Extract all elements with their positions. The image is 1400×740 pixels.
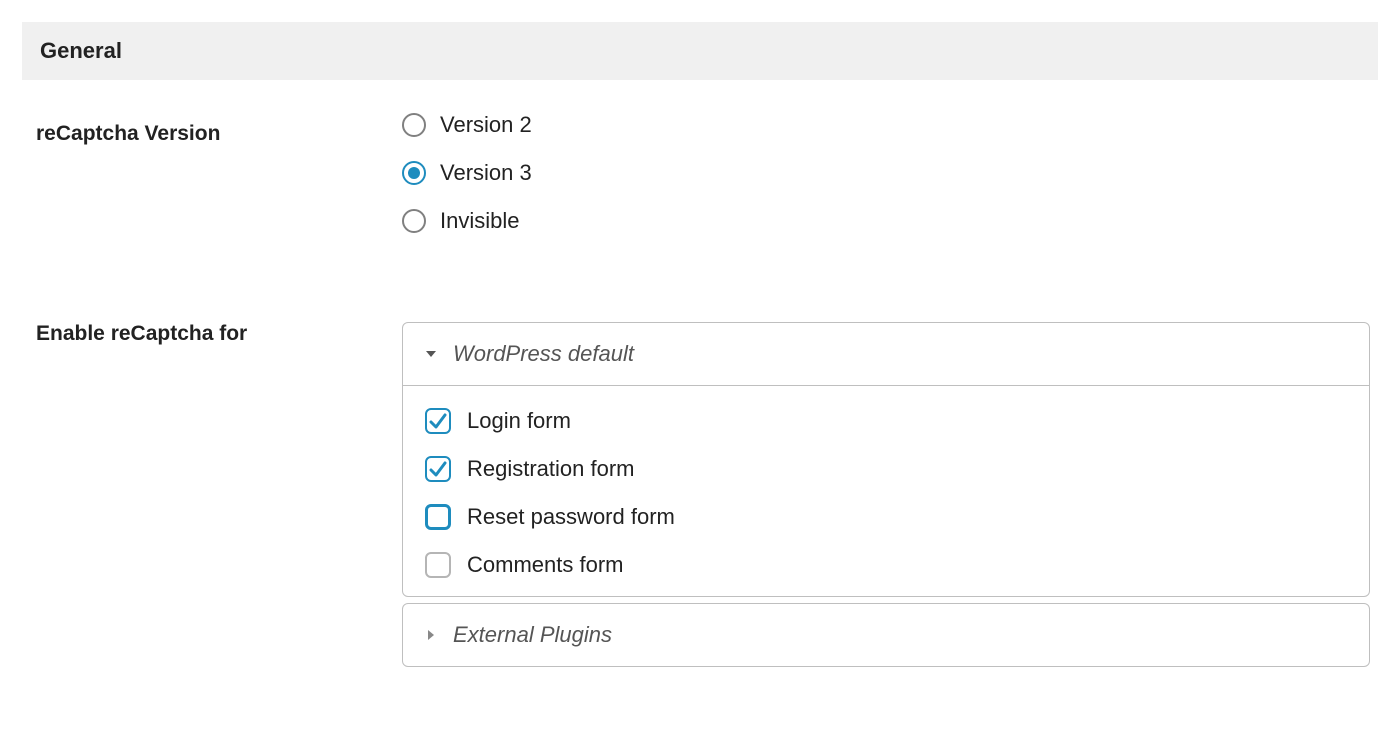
settings-page: General reCaptcha Version Version 2 Vers… — [0, 0, 1400, 679]
radio-version-2[interactable]: Version 2 — [402, 112, 1370, 138]
panel-external-plugins: External Plugins — [402, 603, 1370, 667]
field-label-enable-recaptcha-for: Enable reCaptcha for — [22, 268, 402, 679]
panel-title: External Plugins — [453, 622, 612, 648]
checkbox-icon — [425, 456, 451, 482]
panel-header-wordpress-default[interactable]: WordPress default — [403, 323, 1369, 386]
field-label-recaptcha-version: reCaptcha Version — [22, 112, 402, 268]
radio-icon — [402, 161, 426, 185]
radio-icon — [402, 113, 426, 137]
checkbox-icon — [425, 504, 451, 530]
radio-label: Version 2 — [440, 112, 532, 138]
radio-label: Version 3 — [440, 160, 532, 186]
checkbox-registration-form[interactable]: Registration form — [425, 456, 1347, 482]
checkbox-label: Registration form — [467, 456, 635, 482]
checkbox-label: Comments form — [467, 552, 623, 578]
checkbox-label: Login form — [467, 408, 571, 434]
settings-form: reCaptcha Version Version 2 Version 3 In… — [22, 112, 1378, 679]
checkbox-icon — [425, 408, 451, 434]
panel-wordpress-default: WordPress default Login form — [402, 322, 1370, 597]
recaptcha-version-options: Version 2 Version 3 Invisible — [402, 112, 1378, 268]
checkbox-reset-password-form[interactable]: Reset password form — [425, 504, 1347, 530]
checkbox-login-form[interactable]: Login form — [425, 408, 1347, 434]
checkbox-comments-form[interactable]: Comments form — [425, 552, 1347, 578]
radio-invisible[interactable]: Invisible — [402, 208, 1370, 234]
checkbox-label: Reset password form — [467, 504, 675, 530]
section-general-header: General — [22, 22, 1378, 80]
panel-title: WordPress default — [453, 341, 634, 367]
caret-down-icon — [425, 348, 437, 360]
radio-icon — [402, 209, 426, 233]
enable-recaptcha-for-panels: WordPress default Login form — [402, 268, 1378, 679]
radio-version-3[interactable]: Version 3 — [402, 160, 1370, 186]
panel-body-wordpress-default: Login form Registration form — [403, 386, 1369, 596]
checkbox-icon — [425, 552, 451, 578]
radio-label: Invisible — [440, 208, 519, 234]
panel-header-external-plugins[interactable]: External Plugins — [403, 604, 1369, 666]
caret-right-icon — [425, 629, 437, 641]
